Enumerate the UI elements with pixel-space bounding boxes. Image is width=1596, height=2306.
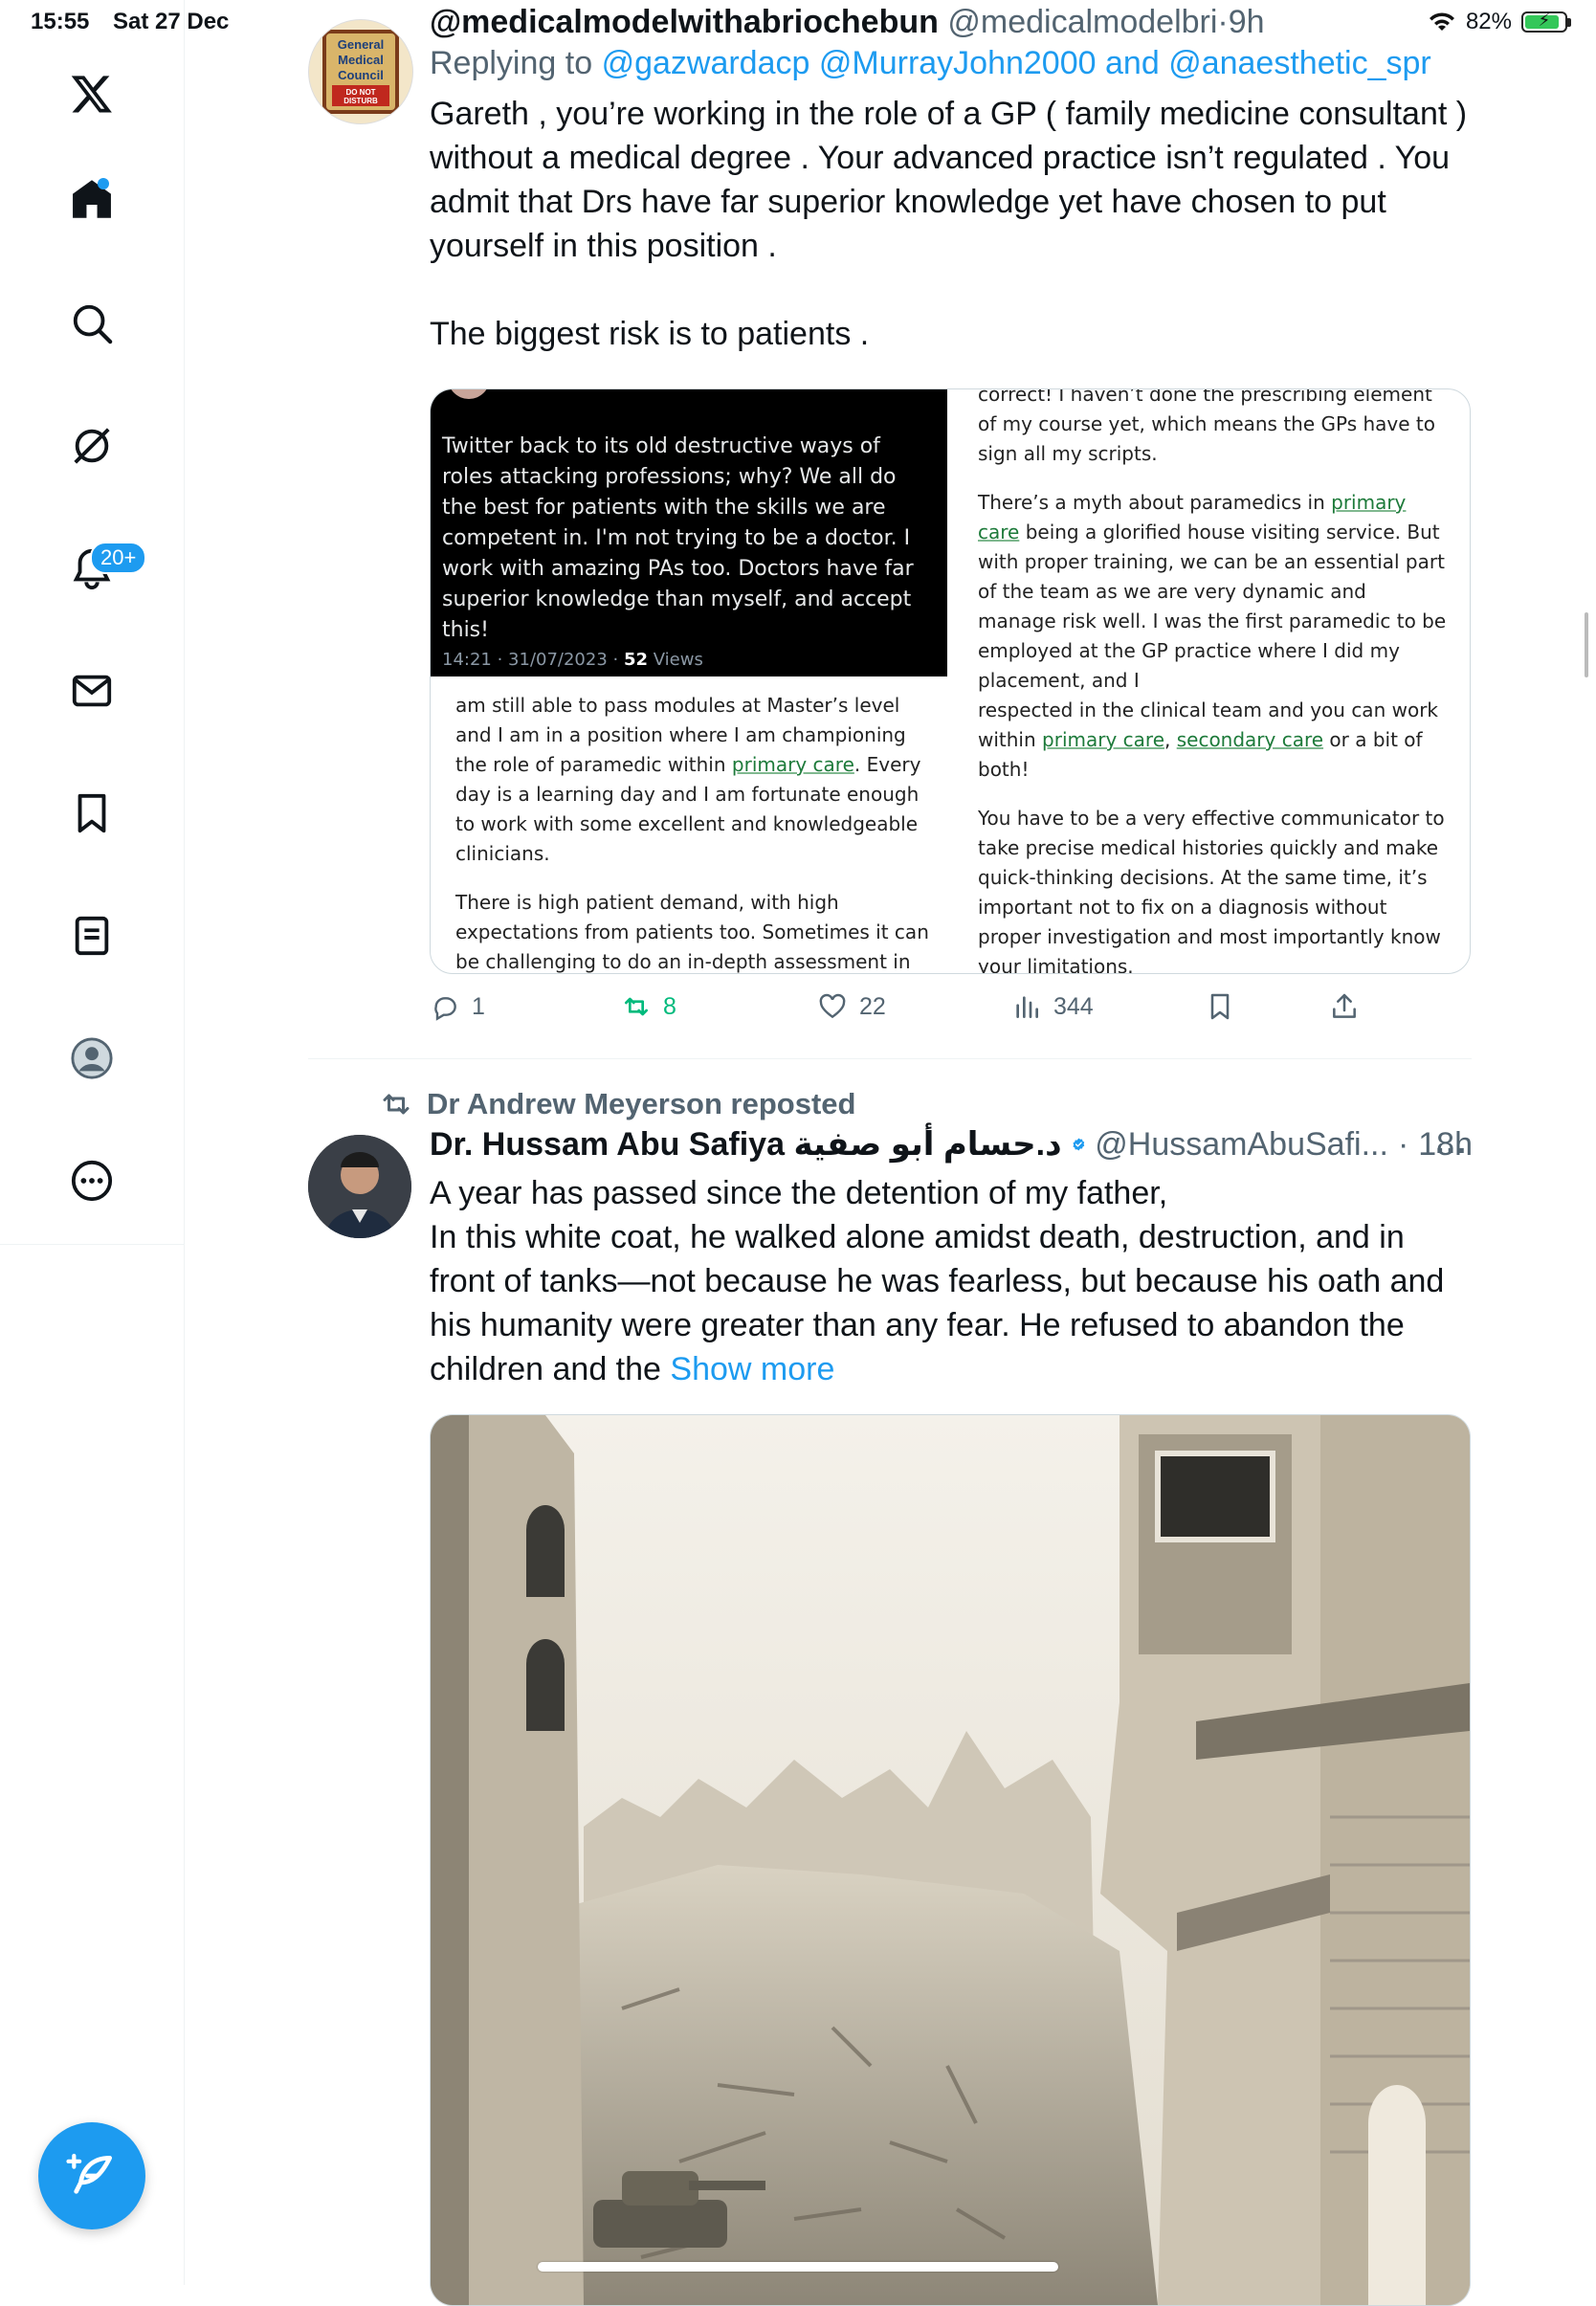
- replying-to-label: Replying to: [430, 45, 593, 81]
- article-left-column: am still able to pass modules at Master’…: [455, 691, 934, 973]
- article-link-secondary-care: secondary care: [1176, 728, 1324, 751]
- tweet1-time[interactable]: 9h: [1229, 4, 1265, 40]
- share-icon: [1333, 993, 1356, 1018]
- tweet1-header: @medicalmodelwithabriochebun @medicalmod…: [430, 4, 1473, 41]
- and-label[interactable]: and: [1105, 45, 1160, 81]
- views-button[interactable]: 344: [1011, 991, 1094, 1022]
- compose-button[interactable]: [38, 2122, 145, 2229]
- profile-avatar-icon[interactable]: [54, 1020, 130, 1097]
- tweet2-text: A year has passed since the detention of…: [430, 1171, 1473, 1391]
- views-bar-chart-icon: [1016, 996, 1038, 1018]
- home-icon[interactable]: [54, 161, 130, 237]
- tweet2-dot: ·: [1397, 1125, 1409, 1163]
- search-icon[interactable]: [54, 285, 130, 362]
- tweet-separator: [308, 1058, 1472, 1059]
- like-button[interactable]: 22: [817, 991, 886, 1022]
- embedded-avatar: [448, 389, 490, 399]
- tweet2-header: Dr. Hussam Abu Safiya د.حسام أبو صفية @H…: [430, 1125, 1473, 1164]
- ruins-photo: [431, 1415, 1470, 2305]
- embedded-tweet-time: 14:21 · 31/07/2023 ·: [442, 650, 619, 670]
- lists-icon[interactable]: [54, 898, 130, 974]
- tweet2-handle[interactable]: @HussamAbuSafi...: [1095, 1126, 1388, 1164]
- more-options-icon[interactable]: [54, 1142, 130, 1219]
- article-right-paragraph-0: correct! I haven’t done the prescribing …: [978, 388, 1436, 465]
- tweet1-display-name[interactable]: @medicalmodelwithabriochebun: [430, 4, 939, 40]
- embedded-tweet-meta: 14:21 · 31/07/2023 · 52 Views: [442, 650, 703, 670]
- reply-icon: [434, 997, 456, 1021]
- compose-feather-icon: [66, 2153, 112, 2194]
- share-button[interactable]: [1329, 991, 1360, 1022]
- avatar-text-1: General: [338, 37, 384, 52]
- tweet1: @medicalmodelwithabriochebun @medicalmod…: [430, 4, 1473, 356]
- battery-icon: ⚡: [1521, 11, 1571, 33]
- article-link-primary-care-3: primary care: [1042, 728, 1164, 751]
- heart-icon: [819, 993, 846, 1019]
- article-right-text-b: being a glorified house visiting service…: [978, 521, 1447, 692]
- tweet2: Dr. Hussam Abu Safiya د.حسام أبو صفية @H…: [430, 1125, 1473, 1391]
- repost-button[interactable]: 8: [621, 991, 676, 1022]
- tweet1-actions: 1 8 22 344: [430, 991, 1473, 1030]
- avatar-text-3: Council: [338, 68, 384, 82]
- sidebar-nav: 20+: [0, 0, 185, 2285]
- battery-percent: 82%: [1465, 9, 1512, 34]
- avatar-text-4: DO NOT: [345, 88, 375, 97]
- avatar-text-5: DISTURB: [344, 97, 378, 105]
- article-left-paragraph-2: There is high patient demand, with high …: [455, 891, 929, 973]
- home-unread-dot: [98, 178, 109, 189]
- sidebar-divider: [0, 1244, 184, 1245]
- tweet2-body: A year has passed since the detention of…: [430, 1175, 1445, 1387]
- embedded-tweet-text: Twitter back to its old destructive ways…: [442, 434, 914, 642]
- avatar-text-2: Medical: [338, 53, 384, 67]
- bookmarks-icon[interactable]: [54, 775, 130, 852]
- scroll-indicator[interactable]: [1585, 612, 1588, 677]
- tweet1-handle[interactable]: @medicalmodelbri: [947, 4, 1217, 40]
- tweet2-more-button[interactable]: ···: [1435, 1133, 1468, 1170]
- repost-context[interactable]: Dr Andrew Meyerson reposted: [379, 1087, 855, 1121]
- home-indicator[interactable]: [538, 2262, 1058, 2272]
- show-more-link[interactable]: Show more: [670, 1351, 834, 1387]
- article-right-sep: ,: [1164, 728, 1177, 751]
- repost-icon: [625, 997, 648, 1016]
- article-right-text-a: There’s a myth about paramedics in: [978, 491, 1332, 514]
- tweet1-media[interactable]: am still able to pass modules at Master’…: [430, 388, 1471, 974]
- tweet1-paragraph-2: The biggest risk is to patients .: [430, 316, 870, 352]
- tweet1-dot: ·: [1217, 4, 1229, 40]
- mention-gazwardacp[interactable]: @gazwardacp: [602, 45, 810, 81]
- repost-count: 8: [663, 992, 676, 1020]
- tweet1-paragraph-1: Gareth , you’re working in the role of a…: [430, 96, 1468, 264]
- tweet1-replying-to: Replying to @gazwardacp @MurrayJohn2000 …: [430, 45, 1473, 82]
- tweet2-media[interactable]: [430, 1414, 1471, 2306]
- notifications-badge: 20+: [90, 542, 147, 574]
- tweet2-avatar[interactable]: [308, 1135, 411, 1238]
- tweet2-display-name[interactable]: Dr. Hussam Abu Safiya د.حسام أبو صفية: [430, 1125, 1062, 1164]
- article-right-column: correct! I haven’t done the prescribing …: [978, 388, 1447, 974]
- verified-badge-icon: [1073, 1138, 1084, 1151]
- embedded-tweet-views-num: 52: [623, 650, 649, 670]
- views-count: 344: [1053, 992, 1094, 1020]
- like-count: 22: [859, 992, 886, 1020]
- more-dots-icon: ···: [1435, 1133, 1468, 1169]
- x-logo-icon[interactable]: [54, 55, 130, 132]
- mention-anaesthetic-spr[interactable]: @anaesthetic_spr: [1168, 45, 1431, 81]
- repost-label: Dr Andrew Meyerson reposted: [427, 1087, 856, 1120]
- tweet1-avatar[interactable]: General Medical Council DO NOT DISTURB: [308, 19, 413, 124]
- embedded-dark-tweet: Twitter back to its old destructive ways…: [431, 389, 947, 676]
- reply-button[interactable]: 1: [430, 991, 485, 1022]
- repost-context-icon: [383, 1094, 410, 1115]
- reply-count: 1: [472, 992, 485, 1020]
- bookmark-icon: [1210, 993, 1230, 1020]
- grok-icon[interactable]: [54, 408, 130, 484]
- article-right-paragraph-2: You have to be a very effective communic…: [978, 807, 1445, 974]
- embedded-tweet-views-label: Views: [653, 650, 703, 670]
- tweet1-text: Gareth , you’re working in the role of a…: [430, 92, 1473, 356]
- notifications-icon[interactable]: 20+: [54, 530, 147, 607]
- mention-murrayjohn2000[interactable]: @MurrayJohn2000: [819, 45, 1097, 81]
- bookmark-button[interactable]: [1205, 991, 1235, 1022]
- article-link-primary-care: primary care: [731, 753, 854, 776]
- messages-icon[interactable]: [54, 653, 130, 729]
